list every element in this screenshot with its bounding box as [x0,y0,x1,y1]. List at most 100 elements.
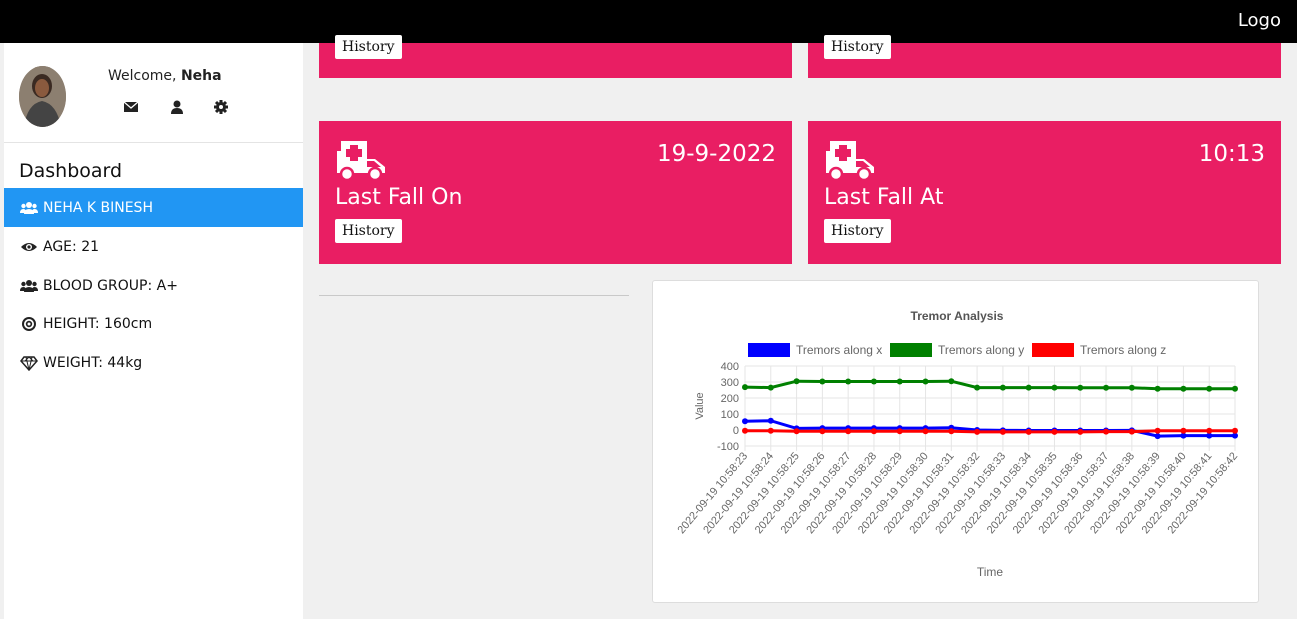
data-point [999,384,1006,391]
card-last-fall-date: 19-9-2022 Last Fall On History [319,121,792,264]
data-point [793,428,800,435]
data-point [922,378,929,385]
data-point [1103,384,1110,391]
data-point [1206,385,1213,392]
sidebar-item-label: NEHA K BINESH [43,199,153,216]
data-point [742,384,748,391]
sidebar-item-blood-group[interactable]: BLOOD GROUP: A+ [4,266,303,305]
y-tick-label: 100 [721,409,739,421]
series-line [745,429,1235,434]
data-point [767,427,774,434]
data-point [1025,384,1032,391]
data-point [1232,385,1238,392]
data-point [999,428,1006,435]
data-point [870,428,877,435]
x-axis-label: Time [977,565,1004,579]
target-icon [20,316,38,332]
data-point [1128,384,1135,391]
data-point [1154,433,1161,440]
y-tick-label: 200 [721,393,739,405]
legend-label: Tremors along z [1080,343,1166,357]
data-point [845,378,852,385]
legend-swatch [890,343,932,357]
card-top-left: History [319,35,792,78]
sidebar-item-label: BLOOD GROUP: A+ [43,277,178,294]
diamond-icon [20,355,38,371]
sidebar-item-weight[interactable]: WEIGHT: 44kg [4,343,303,382]
users-icon [20,200,38,216]
data-point [922,428,929,435]
sidebar-item-height[interactable]: HEIGHT: 160cm [4,304,303,343]
series-line [744,419,1235,438]
profile-panel: Welcome, Neha [4,43,303,143]
dashboard-heading: Dashboard [19,160,123,182]
data-point [1180,385,1187,392]
envelope-icon[interactable] [123,99,139,115]
data-point [1232,427,1238,434]
ambulance-icon [824,139,876,185]
legend-label: Tremors along y [938,343,1024,357]
users-icon [20,278,38,294]
sidebar: Welcome, Neha Dashboard NEHA K BINESH AG… [4,43,303,619]
data-point [845,428,852,435]
sidebar-item-label: HEIGHT: 160cm [43,315,153,332]
data-point [819,428,826,435]
data-point [974,384,981,391]
data-point [1025,428,1032,435]
data-point [793,378,800,385]
card-last-fall-time: 10:13 Last Fall At History [808,121,1281,264]
top-bar: Logo [0,0,1297,43]
sidebar-item-name[interactable]: NEHA K BINESH [4,188,303,227]
data-point [1206,427,1213,434]
data-point [896,428,903,435]
legend-swatch [1032,343,1074,357]
chart-title: Tremor Analysis [911,309,1004,323]
logo[interactable]: Logo [1238,10,1281,31]
data-point [742,427,748,434]
data-point [742,418,748,425]
avatar [19,66,66,127]
data-point [1154,427,1161,434]
sidebar-item-age[interactable]: AGE: 21 [4,227,303,266]
last-fall-date-value: 19-9-2022 [656,141,776,167]
data-point [948,378,955,385]
sidebar-item-label: WEIGHT: 44kg [43,354,143,371]
last-fall-date-title: Last Fall On [335,185,463,210]
y-tick-label: 400 [721,361,739,373]
history-button[interactable]: History [824,35,891,59]
data-point [767,384,774,391]
legend-label: Tremors along x [796,343,882,357]
data-point [974,428,981,435]
welcome-text: Welcome, Neha [108,68,222,84]
y-axis-label: Value [694,392,706,419]
user-name: Neha [180,68,222,84]
data-point [1051,428,1058,435]
legend-swatch [748,343,790,357]
data-point [1154,385,1161,392]
tremor-chart: Tremor Analysis Tremors along x Tremors al… [675,309,1240,579]
data-point [1077,384,1084,391]
data-point [896,378,903,385]
y-tick-label: 300 [721,377,739,389]
data-point [1103,428,1110,435]
y-tick-label: -100 [717,441,739,453]
data-point [948,428,955,435]
history-button[interactable]: History [824,219,891,243]
sidebar-item-label: AGE: 21 [43,238,100,255]
card-top-right: History [808,35,1281,78]
history-button[interactable]: History [335,35,402,59]
last-fall-time-value: 10:13 [1198,141,1265,167]
ambulance-icon [335,139,387,185]
tremor-chart-panel: Tremor Analysis Tremors along x Tremors al… [652,280,1259,603]
user-icon[interactable] [169,99,185,115]
data-point [767,417,774,424]
gear-icon[interactable] [213,99,229,115]
eye-icon [20,239,38,255]
history-button[interactable]: History [335,219,402,243]
divider [319,295,629,296]
data-point [819,378,826,385]
data-point [1128,428,1135,435]
data-point [1077,428,1084,435]
data-point [1180,427,1187,434]
y-tick-label: 0 [733,425,739,437]
